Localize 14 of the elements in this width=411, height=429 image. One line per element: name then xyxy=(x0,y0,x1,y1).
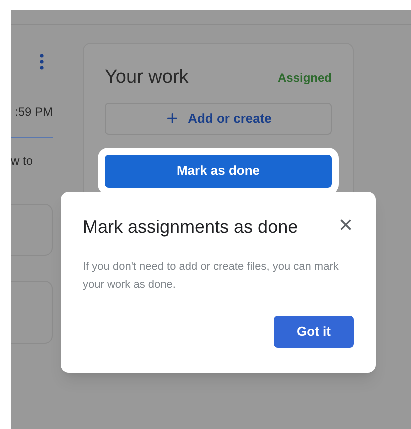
got-it-button[interactable]: Got it xyxy=(274,316,354,348)
dialog-title: Mark assignments as done xyxy=(83,216,298,239)
add-or-create-button[interactable]: Add or create xyxy=(105,102,332,134)
close-button[interactable]: × xyxy=(338,215,353,237)
due-time: :59 PM xyxy=(14,104,53,121)
card-title: Your work xyxy=(105,66,189,90)
status-label: Assigned xyxy=(278,70,332,88)
dialog-message: If you don't need to add or create files, you can mark your work as done. xyxy=(83,260,340,293)
instructions-text: w to xyxy=(11,153,34,170)
more-vertical-icon[interactable] xyxy=(39,54,45,70)
plus-icon xyxy=(165,111,180,126)
attachment-card xyxy=(11,281,53,344)
mark-as-done-button[interactable]: Mark as done xyxy=(105,154,332,188)
attachment-card xyxy=(11,204,53,256)
